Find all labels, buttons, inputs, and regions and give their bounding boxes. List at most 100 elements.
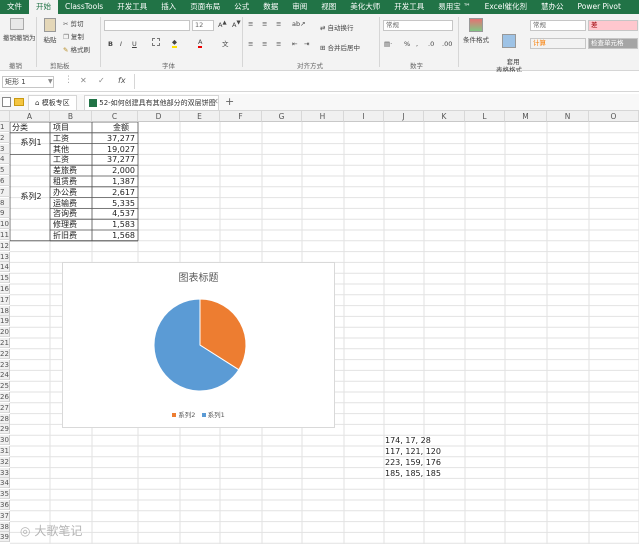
item-cell[interactable]: 修理费 — [53, 220, 91, 230]
column-header-O[interactable]: O — [589, 111, 639, 122]
menu-item-0[interactable]: 文件 — [0, 0, 29, 14]
row-header-32[interactable]: 32 — [0, 456, 10, 467]
merge-center-button[interactable]: ⊞ 合并后居中 — [320, 42, 360, 52]
row-header-3[interactable]: 3 — [0, 143, 10, 154]
row-header-34[interactable]: 34 — [0, 478, 10, 489]
amount-cell[interactable]: 1,583 — [93, 220, 137, 230]
close-tab-icon[interactable]: ✕ — [212, 97, 219, 106]
phonetic-button[interactable]: 文 — [222, 38, 229, 48]
align-left-button[interactable]: ≡ — [248, 40, 253, 48]
row-header-27[interactable]: 27 — [0, 402, 10, 413]
underline-button[interactable]: U — [132, 40, 137, 48]
new-doc-icon[interactable] — [2, 97, 11, 107]
undo-button[interactable]: 撤销撤销为 — [3, 18, 36, 42]
align-bottom-button[interactable]: ≡ — [276, 20, 281, 28]
add-tab-icon[interactable]: + — [225, 95, 234, 108]
group-series1[interactable]: 系列1 — [12, 138, 50, 148]
row-header-38[interactable]: 38 — [0, 521, 10, 532]
row-header-39[interactable]: 39 — [0, 532, 10, 543]
row-header-7[interactable]: 7 — [0, 186, 10, 197]
column-header-K[interactable]: K — [424, 111, 465, 122]
row-header-4[interactable]: 4 — [0, 154, 10, 165]
row-header-2[interactable]: 2 — [0, 132, 10, 143]
menu-item-4[interactable]: 插入 — [154, 0, 183, 14]
row-header-13[interactable]: 13 — [0, 251, 10, 262]
header-amount[interactable]: 金额 — [106, 123, 136, 133]
header-item[interactable]: 项目 — [53, 123, 91, 133]
column-header-B[interactable]: B — [50, 111, 92, 122]
column-header-E[interactable]: E — [180, 111, 220, 122]
row-header-17[interactable]: 17 — [0, 294, 10, 305]
column-header-F[interactable]: F — [220, 111, 262, 122]
fill-color-button[interactable]: ◆ — [172, 38, 177, 48]
folder-icon[interactable] — [14, 98, 24, 106]
row-header-30[interactable]: 30 — [0, 435, 10, 446]
menu-item-10[interactable]: 美化大师 — [343, 0, 387, 14]
note-rgb-4[interactable]: 185, 185, 185 — [385, 469, 441, 479]
amount-cell[interactable]: 2,000 — [93, 166, 137, 176]
menu-item-3[interactable]: 开发工具 — [110, 0, 154, 14]
column-header-I[interactable]: I — [344, 111, 384, 122]
orientation-button[interactable]: ab↗ — [292, 20, 306, 28]
item-cell[interactable]: 运输费 — [53, 199, 91, 209]
row-header-23[interactable]: 23 — [0, 359, 10, 370]
paste-button[interactable]: 粘贴 — [41, 18, 59, 44]
column-header-G[interactable]: G — [262, 111, 302, 122]
menu-item-6[interactable]: 公式 — [227, 0, 256, 14]
font-name-box[interactable] — [104, 20, 190, 31]
fx-icon[interactable]: fx — [118, 76, 126, 85]
chart-legend[interactable]: 系列2 系列1 — [63, 409, 334, 419]
note-rgb-3[interactable]: 223, 159, 176 — [385, 458, 441, 468]
amount-cell[interactable]: 19,027 — [93, 145, 137, 155]
row-header-9[interactable]: 9 — [0, 208, 10, 219]
percent-button[interactable]: % — [404, 40, 410, 48]
align-middle-button[interactable]: ≡ — [262, 20, 267, 28]
amount-cell[interactable]: 1,568 — [93, 231, 137, 241]
group-series2[interactable]: 系列2 — [12, 192, 50, 202]
menu-item-14[interactable]: 慧办公 — [534, 0, 571, 14]
cancel-icon[interactable]: ✕ — [80, 76, 87, 85]
item-cell[interactable]: 工资 — [53, 134, 91, 144]
row-header-18[interactable]: 18 — [0, 305, 10, 316]
row-header-14[interactable]: 14 — [0, 262, 10, 273]
style-normal[interactable]: 常规 — [530, 20, 586, 31]
row-header-28[interactable]: 28 — [0, 413, 10, 424]
row-header-37[interactable]: 37 — [0, 510, 10, 521]
menu-item-11[interactable]: 开发工具 — [387, 0, 431, 14]
name-box-dropdown-icon[interactable]: ▼ — [48, 78, 53, 85]
row-header-25[interactable]: 25 — [0, 381, 10, 392]
number-format-box[interactable]: 常规 — [383, 20, 453, 31]
align-top-button[interactable]: ≡ — [248, 20, 253, 28]
amount-cell[interactable]: 37,277 — [93, 134, 137, 144]
style-calc[interactable]: 计算 — [530, 38, 586, 49]
row-header-26[interactable]: 26 — [0, 392, 10, 402]
borders-button[interactable] — [152, 38, 160, 46]
font-size-box[interactable]: 12 — [192, 20, 214, 31]
bold-button[interactable]: B — [108, 40, 113, 48]
row-header-29[interactable]: 29 — [0, 424, 10, 435]
format-painter-button[interactable]: ✎ 格式刷 — [63, 44, 90, 54]
row-header-16[interactable]: 16 — [0, 284, 10, 294]
amount-cell[interactable]: 37,277 — [93, 155, 137, 165]
currency-button[interactable]: ▤· — [384, 40, 392, 48]
menu-item-5[interactable]: 页面布局 — [183, 0, 227, 14]
note-rgb-2[interactable]: 117, 121, 120 — [385, 447, 441, 457]
style-bad[interactable]: 差 — [588, 20, 638, 31]
row-header-22[interactable]: 22 — [0, 348, 10, 359]
item-cell[interactable]: 工资 — [53, 155, 91, 165]
item-cell[interactable]: 办公费 — [53, 188, 91, 198]
column-header-D[interactable]: D — [138, 111, 180, 122]
item-cell[interactable]: 折旧费 — [53, 231, 91, 241]
row-header-1[interactable]: 1 — [0, 122, 10, 132]
row-header-33[interactable]: 33 — [0, 467, 10, 478]
header-category[interactable]: 分类 — [12, 123, 50, 133]
amount-cell[interactable]: 2,617 — [93, 188, 137, 198]
row-header-6[interactable]: 6 — [0, 176, 10, 186]
formula-input[interactable] — [134, 74, 637, 89]
item-cell[interactable]: 租赁费 — [53, 177, 91, 187]
item-cell[interactable]: 咨询费 — [53, 209, 91, 219]
note-rgb-1[interactable]: 174, 17, 28 — [385, 436, 431, 446]
menu-item-12[interactable]: 易用宝 ™ — [431, 0, 477, 14]
row-header-36[interactable]: 36 — [0, 500, 10, 510]
row-header-35[interactable]: 35 — [0, 489, 10, 500]
